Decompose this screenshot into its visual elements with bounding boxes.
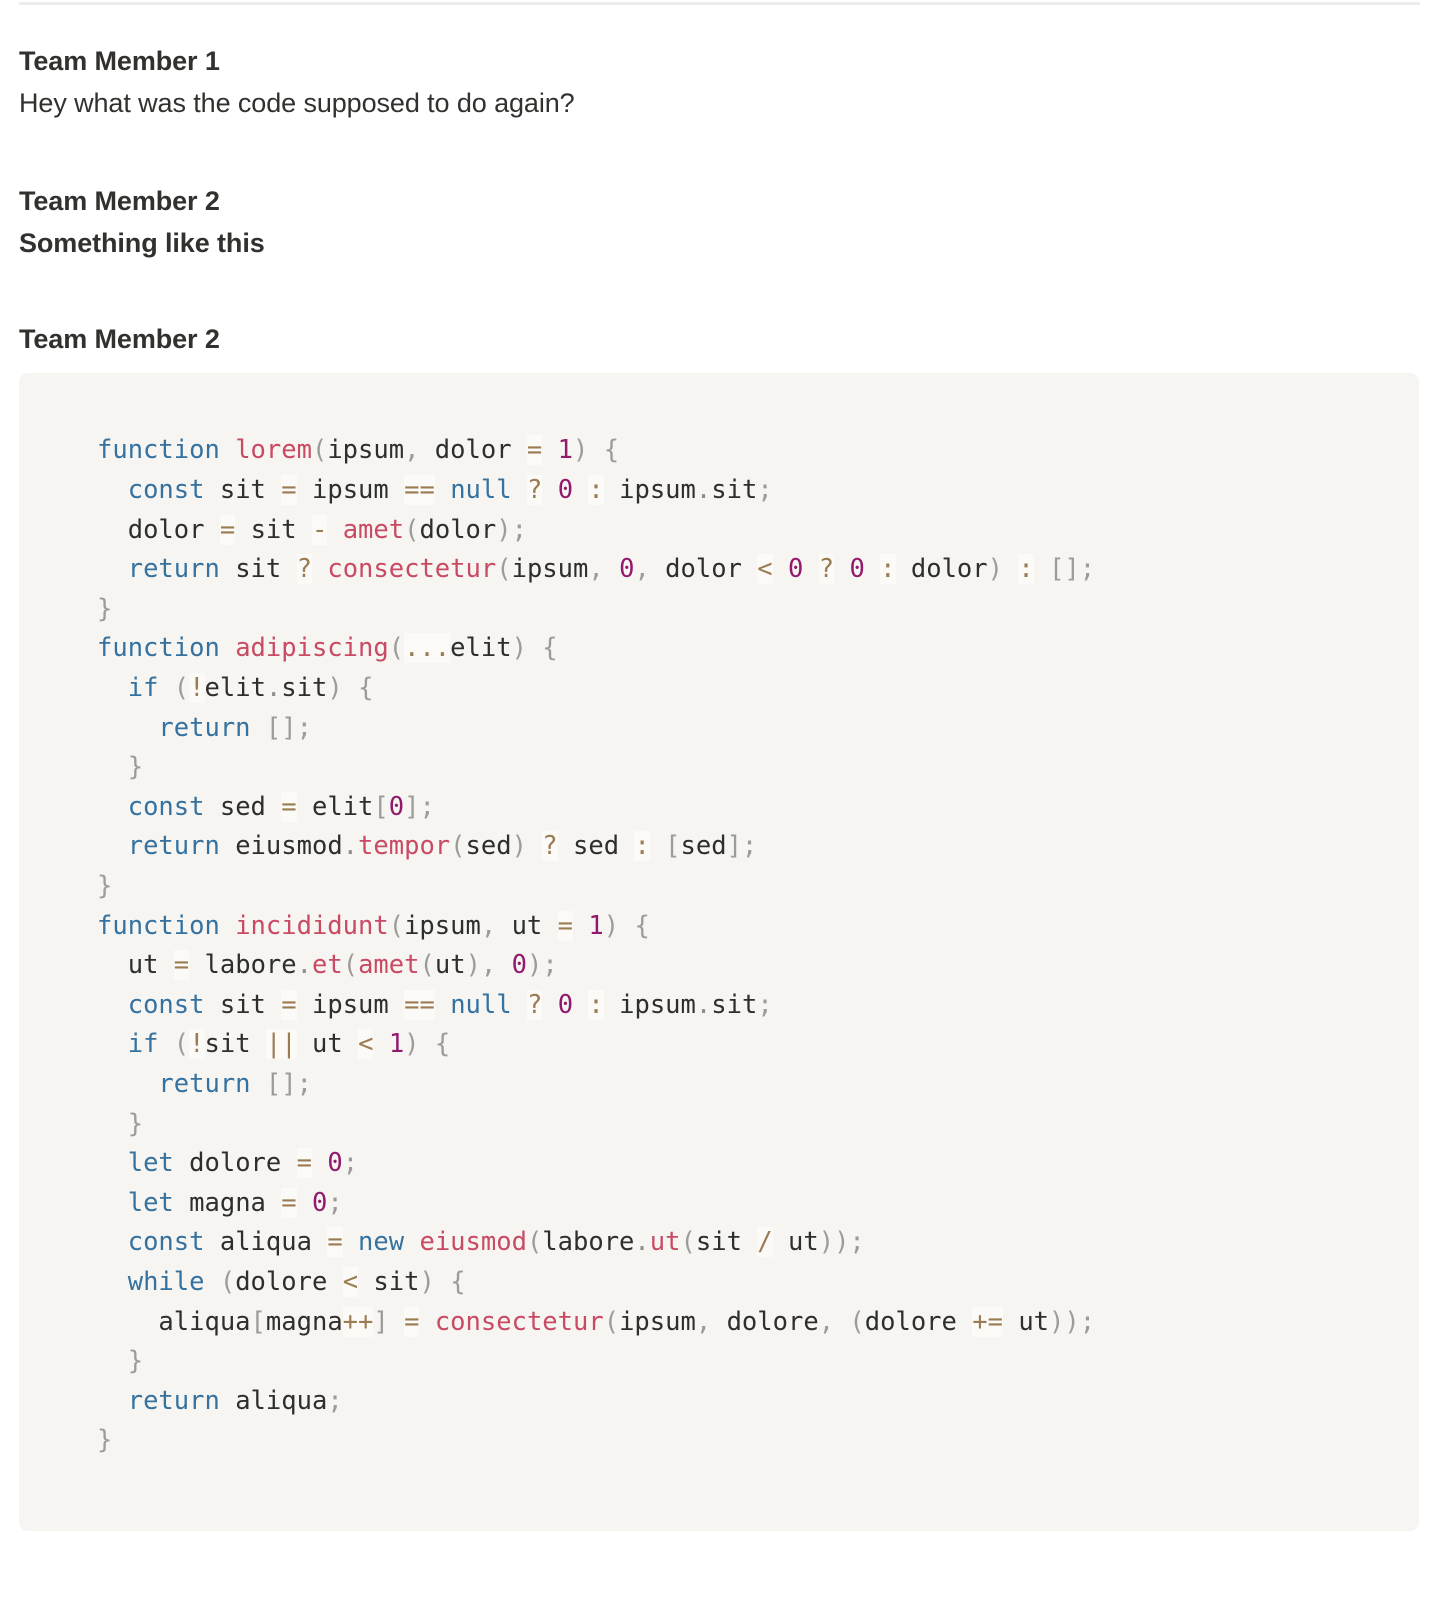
code-line: }: [97, 593, 113, 624]
message-1-speaker: Team Member 1: [19, 46, 220, 76]
code-line: if (!sit || ut < 1) {: [127, 1029, 451, 1060]
code-line: }: [127, 1346, 144, 1377]
top-spacer: [19, 0, 1419, 44]
code-line: const aliqua = new eiusmod(labore.ut(sit…: [127, 1227, 865, 1258]
message-gap-1: [19, 121, 1419, 184]
code-block[interactable]: function lorem(ipsum, dolor = 1) { const…: [19, 373, 1419, 1531]
code-line: return [];: [158, 712, 312, 743]
code-line: return [];: [158, 1068, 312, 1099]
code-line: return aliqua;: [127, 1385, 343, 1416]
code-line: return sit ? consectetur(ipsum, 0, dolor…: [127, 554, 1096, 585]
code-line: return eiusmod.tempor(sed) ? sed : [sed]…: [127, 831, 758, 862]
message-1: Team Member 1 Hey what was the code supp…: [19, 44, 1419, 121]
message-3-speaker: Team Member 2: [19, 324, 220, 355]
message-2: Team Member 2 Something like this: [19, 184, 1419, 261]
code-line: function lorem(ipsum, dolor = 1) {: [97, 435, 620, 466]
code-line: }: [127, 1108, 144, 1139]
code-line: dolor = sit - amet(dolor);: [127, 514, 527, 545]
code-line: const sed = elit[0];: [127, 791, 435, 822]
message-1-text: Hey what was the code supposed to do aga…: [19, 88, 575, 119]
code-line: function adipiscing(...elit) {: [97, 633, 558, 664]
message-3: Team Member 2 function lorem(ipsum, dolo…: [19, 322, 1419, 1531]
message-2-text: Something like this: [19, 228, 265, 259]
top-divider: [19, 2, 1420, 5]
conversation-page: Team Member 1 Hey what was the code supp…: [0, 0, 1438, 1602]
code-line: function incididunt(ipsum, ut = 1) {: [97, 910, 650, 941]
code-line: aliqua[magna++] = consectetur(ipsum, dol…: [158, 1306, 1096, 1337]
code-line: let magna = 0;: [127, 1187, 343, 1218]
code-line: if (!elit.sit) {: [127, 673, 374, 704]
code-line: while (dolore < sit) {: [127, 1266, 466, 1297]
message-gap-2: [19, 261, 1419, 322]
code-line: }: [127, 752, 144, 783]
code-line: const sit = ipsum == null ? 0 : ipsum.si…: [127, 475, 773, 506]
conversation-content: Team Member 1 Hey what was the code supp…: [0, 0, 1438, 1531]
message-2-speaker: Team Member 2: [19, 186, 220, 217]
code-line: const sit = ipsum == null ? 0 : ipsum.si…: [127, 989, 773, 1020]
code-line: let dolore = 0;: [127, 1148, 359, 1179]
code-line: }: [97, 1425, 113, 1456]
code-content[interactable]: function lorem(ipsum, dolor = 1) { const…: [19, 431, 1419, 1460]
code-line: ut = labore.et(amet(ut), 0);: [127, 950, 558, 981]
code-line: }: [97, 871, 113, 901]
